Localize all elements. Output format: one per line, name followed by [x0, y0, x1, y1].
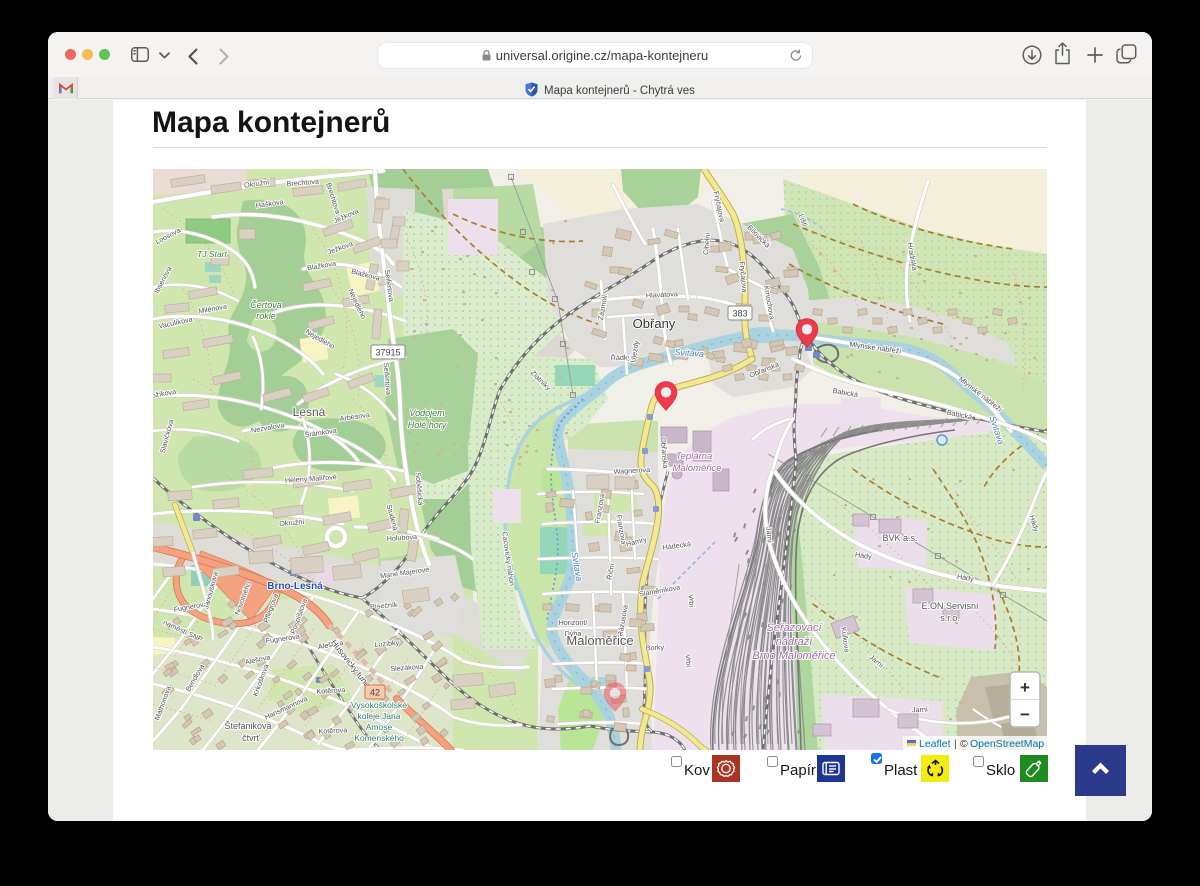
- svg-text:Obřany: Obřany: [633, 316, 676, 331]
- svg-text:|: |: [954, 738, 957, 750]
- svg-text:37915: 37915: [375, 348, 400, 358]
- svg-text:OpenStreetMap: OpenStreetMap: [970, 738, 1044, 750]
- svg-text:Maloměřice: Maloměřice: [566, 633, 633, 648]
- svg-text:Brno-Lesná: Brno-Lesná: [267, 581, 323, 592]
- svg-text:koleje Jana: koleje Jana: [357, 711, 400, 721]
- svg-text:Amose: Amose: [366, 722, 393, 732]
- svg-text:Holé hory: Holé hory: [408, 420, 447, 430]
- svg-text:rokle: rokle: [256, 311, 276, 321]
- svg-text:Vodojem: Vodojem: [409, 408, 445, 418]
- svg-text:Seřazovací: Seřazovací: [766, 622, 822, 634]
- svg-text:Svitava: Svitava: [674, 347, 704, 359]
- svg-text:Teplárna: Teplárna: [676, 451, 713, 462]
- svg-text:nádraží: nádraží: [776, 636, 814, 648]
- svg-text:Borky: Borky: [645, 643, 664, 653]
- svg-text:Štefánikova: Štefánikova: [224, 721, 271, 731]
- svg-text:383: 383: [732, 309, 747, 319]
- svg-text:42: 42: [370, 688, 380, 698]
- svg-text:Kotěrova: Kotěrova: [318, 725, 347, 735]
- svg-text:Jarní: Jarní: [764, 526, 774, 543]
- svg-text:Vrbí: Vrbí: [683, 654, 693, 668]
- svg-text:Jarní: Jarní: [912, 705, 928, 715]
- svg-text:Maloměřice: Maloměřice: [672, 463, 721, 474]
- svg-text:E.ON Servisní: E.ON Servisní: [921, 601, 979, 611]
- svg-text:©: ©: [960, 738, 968, 750]
- svg-text:Brno Maloměřice: Brno Maloměřice: [752, 650, 835, 662]
- svg-text:Vysokoškolské: Vysokoškolské: [351, 700, 407, 710]
- svg-text:Leaflet: Leaflet: [919, 738, 951, 750]
- svg-text:Komenského: Komenského: [354, 733, 404, 743]
- svg-text:Lesná: Lesná: [293, 405, 326, 419]
- svg-text:+: +: [1020, 678, 1030, 697]
- svg-text:TJ Start: TJ Start: [197, 249, 227, 259]
- svg-text:Čertova: Čertova: [250, 300, 282, 310]
- svg-text:BVK a.s.: BVK a.s.: [882, 533, 917, 543]
- svg-text:s.r.o.: s.r.o.: [940, 613, 960, 623]
- svg-text:Hlavátova: Hlavátova: [646, 289, 678, 300]
- svg-text:−: −: [1020, 705, 1030, 724]
- svg-text:Wagnerova: Wagnerova: [613, 465, 650, 476]
- svg-text:čtvrť: čtvrť: [242, 733, 260, 743]
- svg-text:Vrbí: Vrbí: [686, 594, 696, 608]
- svg-text:Horizont/: Horizont/: [559, 618, 588, 627]
